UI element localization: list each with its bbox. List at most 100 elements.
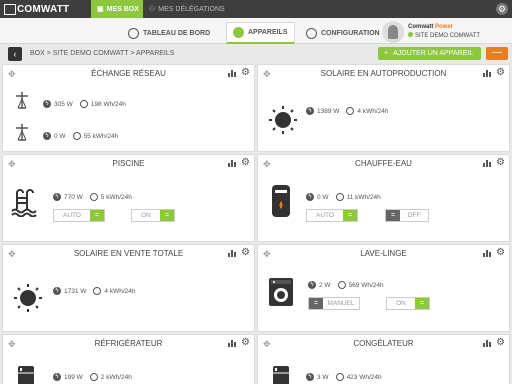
tab-mes-delegations[interactable]: ⚇ MES DÉLÉGATIONS xyxy=(149,0,225,18)
top-bar: COMWATT ▣ MES BOX ⚇ MES DÉLÉGATIONS ⚙ xyxy=(0,0,512,18)
measure-row: ϟ 199 W 2 kWh/24h xyxy=(53,373,132,381)
power-value: 0 W xyxy=(54,132,66,140)
power-icon: ϟ xyxy=(53,287,61,295)
home-icon xyxy=(4,3,16,15)
gear-icon[interactable]: ⚙ xyxy=(241,337,250,348)
energy-value: 55 kWh/24h xyxy=(83,132,119,140)
stats-icon[interactable] xyxy=(483,249,492,257)
energy-icon xyxy=(93,287,102,295)
state-knob[interactable]: = xyxy=(415,298,429,309)
device-card-piscine: ✥ PISCINE ⚙ ϟ 770 W 5 kWh/24h AUTO = ON … xyxy=(2,154,255,242)
user-name: Comwatt xyxy=(408,23,434,30)
energy-value: 2 kWh/24h xyxy=(100,373,132,381)
mode-label: MANUEL xyxy=(327,300,355,307)
mode-toggle[interactable]: AUTO = xyxy=(53,209,105,222)
washing-machine-icon xyxy=(269,278,293,306)
device-card-congelateur: ✥ CONGÉLATEUR ⚙ ϟ 3 W 423 Wh/24h xyxy=(257,334,510,384)
device-title: ÉCHANGE RÉSEAU xyxy=(91,69,166,78)
tab-appareils-label: APPAREILS xyxy=(248,29,288,36)
power-value: 305 W xyxy=(54,100,73,108)
stats-icon[interactable] xyxy=(228,339,237,347)
energy-icon xyxy=(79,100,88,108)
energy-value: 4 kWh/24h xyxy=(357,107,389,115)
measure-row-1: ϟ 305 W 198 Wh/24h xyxy=(43,100,126,108)
power-value: 770 W xyxy=(64,193,83,201)
energy-icon xyxy=(337,281,346,289)
dashboard-icon xyxy=(128,27,139,39)
state-label: ON xyxy=(396,300,406,307)
tab-configuration[interactable]: CONFIGURATION xyxy=(306,22,380,44)
energy-value: 4 kWh/24h xyxy=(104,287,136,295)
water-heater-icon xyxy=(272,185,290,217)
gear-icon[interactable]: ⚙ xyxy=(496,247,505,258)
stats-icon[interactable] xyxy=(483,69,492,77)
settings-gear-icon[interactable]: ⚙ xyxy=(496,3,508,15)
tab-appareils[interactable]: APPAREILS xyxy=(226,22,295,44)
energy-icon xyxy=(72,132,81,140)
tab-mes-delegations-label: MES DÉLÉGATIONS xyxy=(158,5,225,13)
mode-knob[interactable]: = xyxy=(90,210,104,221)
back-button[interactable]: ‹ xyxy=(8,47,22,61)
gear-icon[interactable]: ⚙ xyxy=(496,337,505,348)
energy-icon xyxy=(335,193,344,201)
measure-row: ϟ 770 W 5 kWh/24h xyxy=(53,193,132,201)
tab-configuration-label: CONFIGURATION xyxy=(321,29,380,37)
breadcrumb: BOX > SITE DEMO COMWATT > APPAREILS xyxy=(30,50,175,57)
state-toggle[interactable]: = OFF xyxy=(385,209,429,222)
breadcrumb-row: ‹ BOX > SITE DEMO COMWATT > APPAREILS + … xyxy=(0,45,512,63)
user-info[interactable]: Comwatt Power SITE DEMO COMWATT xyxy=(382,19,496,44)
power-icon: ϟ xyxy=(53,193,61,201)
device-card-echange-reseau: ✥ ÉCHANGE RÉSEAU ⚙ ϟ 305 W 198 Wh/24h ϟ … xyxy=(2,64,255,152)
mode-knob[interactable]: = xyxy=(309,298,323,309)
device-title: CHAUFFE-EAU xyxy=(355,159,412,168)
remove-device-button[interactable]: — xyxy=(486,47,508,60)
stats-icon[interactable] xyxy=(228,249,237,257)
device-title: LAVE-LINGE xyxy=(360,249,407,258)
tab-mes-box[interactable]: ▣ MES BOX xyxy=(91,0,143,18)
measure-row: ϟ 3 W 423 Wh/24h xyxy=(306,373,382,381)
power-value: 3 W xyxy=(317,373,329,381)
gear-icon[interactable]: ⚙ xyxy=(241,247,250,258)
freezer-icon xyxy=(273,366,289,384)
mode-knob[interactable]: = xyxy=(343,210,357,221)
device-title: PISCINE xyxy=(112,159,145,168)
measure-row: ϟ 1731 W 4 kWh/24h xyxy=(53,287,135,295)
measure-row: ϟ 1389 W 4 kWh/24h xyxy=(306,107,388,115)
add-device-button[interactable]: + AJOUTER UN APPAREIL xyxy=(378,47,481,60)
energy-value: 198 Wh/24h xyxy=(90,100,126,108)
user-site: SITE DEMO COMWATT xyxy=(415,32,480,39)
state-knob[interactable]: = xyxy=(160,210,174,221)
mode-toggle[interactable]: AUTO = xyxy=(306,209,358,222)
stats-icon[interactable] xyxy=(228,69,237,77)
logo-text: COMWATT xyxy=(17,3,70,15)
stats-icon[interactable] xyxy=(483,339,492,347)
gear-icon[interactable]: ⚙ xyxy=(496,157,505,168)
gear-icon[interactable]: ⚙ xyxy=(241,157,250,168)
power-icon: ϟ xyxy=(306,107,314,115)
stats-icon[interactable] xyxy=(483,159,492,167)
power-value: 199 W xyxy=(64,373,83,381)
status-dot-icon xyxy=(408,31,413,37)
mode-label: AUTO xyxy=(316,212,334,219)
energy-value: 423 Wh/24h xyxy=(346,373,382,381)
plus-icon: + xyxy=(384,50,389,57)
state-toggle[interactable]: ON = xyxy=(131,209,175,222)
device-card-refrigerateur: ✥ RÉFRIGÉRATEUR ⚙ ϟ 199 W 2 kWh/24h xyxy=(2,334,255,384)
gear-icon[interactable]: ⚙ xyxy=(496,67,505,78)
gear-icon[interactable]: ⚙ xyxy=(241,67,250,78)
comwatt-logo[interactable]: COMWATT xyxy=(4,2,69,16)
power-value: 0 W xyxy=(317,193,329,201)
fridge-icon xyxy=(18,366,34,384)
measure-row: ϟ 2 W 569 Wh/24h xyxy=(308,281,384,289)
tab-tableau-de-bord[interactable]: TABLEAU DE BORD xyxy=(128,22,210,44)
tab-tableau-label: TABLEAU DE BORD xyxy=(143,29,211,37)
state-knob[interactable]: = xyxy=(386,210,400,221)
stats-icon[interactable] xyxy=(228,159,237,167)
power-icon: ϟ xyxy=(308,281,316,289)
tab-mes-box-label: MES BOX xyxy=(106,5,139,13)
box-icon: ▣ xyxy=(97,6,104,13)
state-label: ON xyxy=(141,212,151,219)
state-toggle[interactable]: ON = xyxy=(386,297,430,310)
energy-icon xyxy=(346,107,355,115)
mode-toggle[interactable]: = MANUEL xyxy=(308,297,360,310)
